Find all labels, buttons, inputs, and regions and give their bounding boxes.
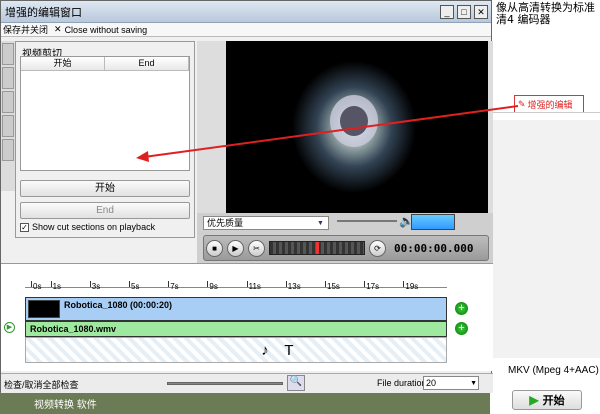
annotation-arrow — [136, 105, 519, 162]
